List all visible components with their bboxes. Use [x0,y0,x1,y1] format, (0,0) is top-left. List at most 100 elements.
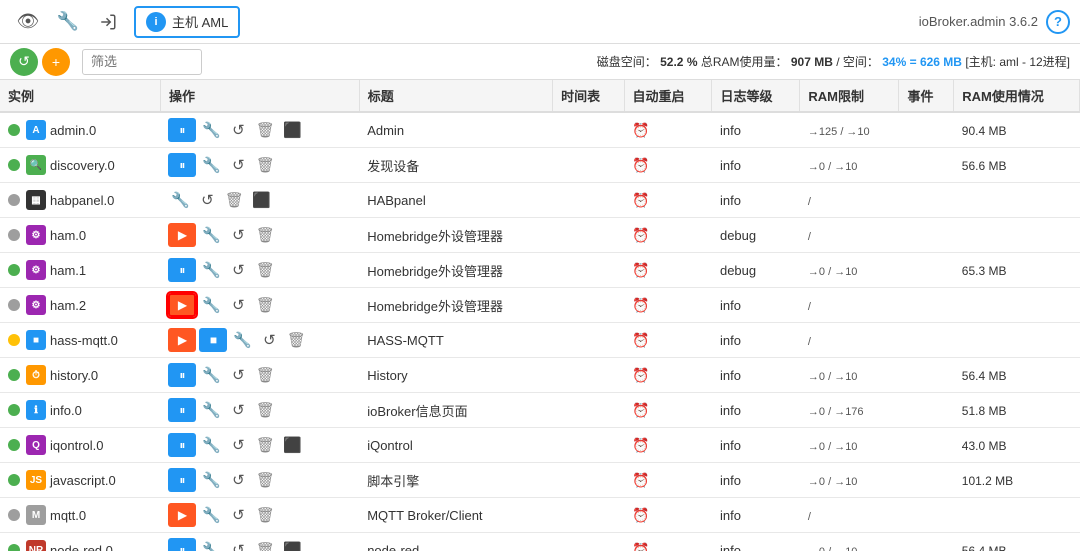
loglevel-cell[interactable]: info [712,498,800,533]
instance-id[interactable]: javascript.0 [50,473,116,488]
clock-icon[interactable]: ⏰ [632,192,649,208]
clock-icon[interactable]: ⏰ [632,437,649,453]
reload-button[interactable]: ↺ [226,468,250,492]
link-button[interactable]: ⬛ [280,118,304,142]
reload-button[interactable]: ↺ [226,293,250,317]
instance-id[interactable]: habpanel.0 [50,193,114,208]
play-button[interactable]: ▶ [168,328,196,352]
delete-button[interactable]: 🗑 [253,223,277,247]
refresh-button[interactable]: ↺ [10,48,38,76]
stop-button[interactable]: ■ [199,328,227,352]
delete-button[interactable]: 🗑 [253,398,277,422]
loglevel-cell[interactable]: info [712,358,800,393]
instance-id[interactable]: ham.0 [50,228,86,243]
settings-button[interactable]: 🔧 [199,293,223,317]
delete-button[interactable]: 🗑 [222,188,246,212]
delete-button[interactable]: 🗑 [253,258,277,282]
loglevel-cell[interactable]: info [712,112,800,148]
reload-button[interactable]: ↺ [226,258,250,282]
clock-icon[interactable]: ⏰ [632,472,649,488]
clock-icon[interactable]: ⏰ [632,332,649,348]
clock-icon[interactable]: ⏰ [632,402,649,418]
reload-button[interactable]: ↺ [226,363,250,387]
instance-id[interactable]: ham.2 [50,298,86,313]
clock-icon[interactable]: ⏰ [632,262,649,278]
pause-button[interactable]: ⏸ [168,398,196,422]
settings-button[interactable]: 🔧 [199,363,223,387]
settings-button[interactable]: 🔧 [199,398,223,422]
settings-button[interactable]: 🔧 [230,328,254,352]
loglevel-cell[interactable]: info [712,463,800,498]
settings-button[interactable]: 🔧 [199,118,223,142]
settings-button[interactable]: 🔧 [199,468,223,492]
instance-id[interactable]: iqontrol.0 [50,438,103,453]
clock-icon[interactable]: ⏰ [632,542,649,551]
reload-button[interactable]: ↺ [226,118,250,142]
delete-button[interactable]: 🗑 [253,468,277,492]
pause-button[interactable]: ⏸ [168,468,196,492]
instance-id[interactable]: discovery.0 [50,158,115,173]
settings-button[interactable]: 🔧 [199,503,223,527]
clock-icon[interactable]: ⏰ [632,157,649,173]
loglevel-cell[interactable]: info [712,323,800,358]
loglevel-cell[interactable]: info [712,428,800,463]
link-button[interactable]: ⬛ [249,188,273,212]
help-icon[interactable]: ? [1046,10,1070,34]
clock-icon[interactable]: ⏰ [632,297,649,313]
instance-id[interactable]: admin.0 [50,123,96,138]
delete-button[interactable]: 🗑 [284,328,308,352]
reload-button[interactable]: ↺ [226,223,250,247]
loglevel-cell[interactable]: info [712,183,800,218]
settings-button[interactable]: 🔧 [199,538,223,551]
loglevel-cell[interactable]: debug [712,218,800,253]
link-button[interactable]: ⬛ [280,538,304,551]
pause-button[interactable]: ⏸ [168,118,196,142]
settings-button[interactable]: 🔧 [199,258,223,282]
add-instance-button[interactable]: + [42,48,70,76]
loglevel-cell[interactable]: info [712,393,800,428]
settings-button[interactable]: 🔧 [199,223,223,247]
wrench-icon[interactable]: 🔧 [50,4,86,40]
play-button[interactable]: ▶ [168,223,196,247]
delete-button[interactable]: 🗑 [253,503,277,527]
pause-button[interactable]: ⏸ [168,153,196,177]
reload-button[interactable]: ↺ [226,433,250,457]
loglevel-cell[interactable]: info [712,533,800,551]
filter-input[interactable] [82,49,202,75]
login-icon[interactable] [90,4,126,40]
instance-id[interactable]: ham.1 [50,263,86,278]
reload-button[interactable]: ↺ [226,398,250,422]
delete-button[interactable]: 🗑 [253,433,277,457]
pause-button[interactable]: ⏸ [168,433,196,457]
loglevel-cell[interactable]: info [712,288,800,323]
pause-button[interactable]: ⏸ [168,258,196,282]
instance-id[interactable]: hass-mqtt.0 [50,333,118,348]
loglevel-cell[interactable]: info [712,148,800,183]
settings-button[interactable]: 🔧 [199,433,223,457]
delete-button[interactable]: 🗑 [253,118,277,142]
loglevel-cell[interactable]: debug [712,253,800,288]
pause-button[interactable]: ⏸ [168,538,196,551]
delete-button[interactable]: 🗑 [253,293,277,317]
instance-id[interactable]: mqtt.0 [50,508,86,523]
host-tab[interactable]: i 主机 AML [134,6,240,38]
settings-button[interactable]: 🔧 [199,153,223,177]
reload-button[interactable]: ↺ [226,538,250,551]
delete-button[interactable]: 🗑 [253,153,277,177]
instance-id[interactable]: history.0 [50,368,98,383]
instance-id[interactable]: node-red.0 [50,543,113,551]
settings-button[interactable]: 🔧 [168,188,192,212]
instance-id[interactable]: info.0 [50,403,82,418]
link-button[interactable]: ⬛ [280,433,304,457]
clock-icon[interactable]: ⏰ [632,122,649,138]
play-button[interactable]: ▶ [168,293,196,317]
reload-button[interactable]: ↺ [257,328,281,352]
clock-icon[interactable]: ⏰ [632,227,649,243]
pause-button[interactable]: ⏸ [168,363,196,387]
play-button[interactable]: ▶ [168,503,196,527]
delete-button[interactable]: 🗑 [253,538,277,551]
reload-button[interactable]: ↺ [195,188,219,212]
reload-button[interactable]: ↺ [226,503,250,527]
clock-icon[interactable]: ⏰ [632,367,649,383]
clock-icon[interactable]: ⏰ [632,507,649,523]
